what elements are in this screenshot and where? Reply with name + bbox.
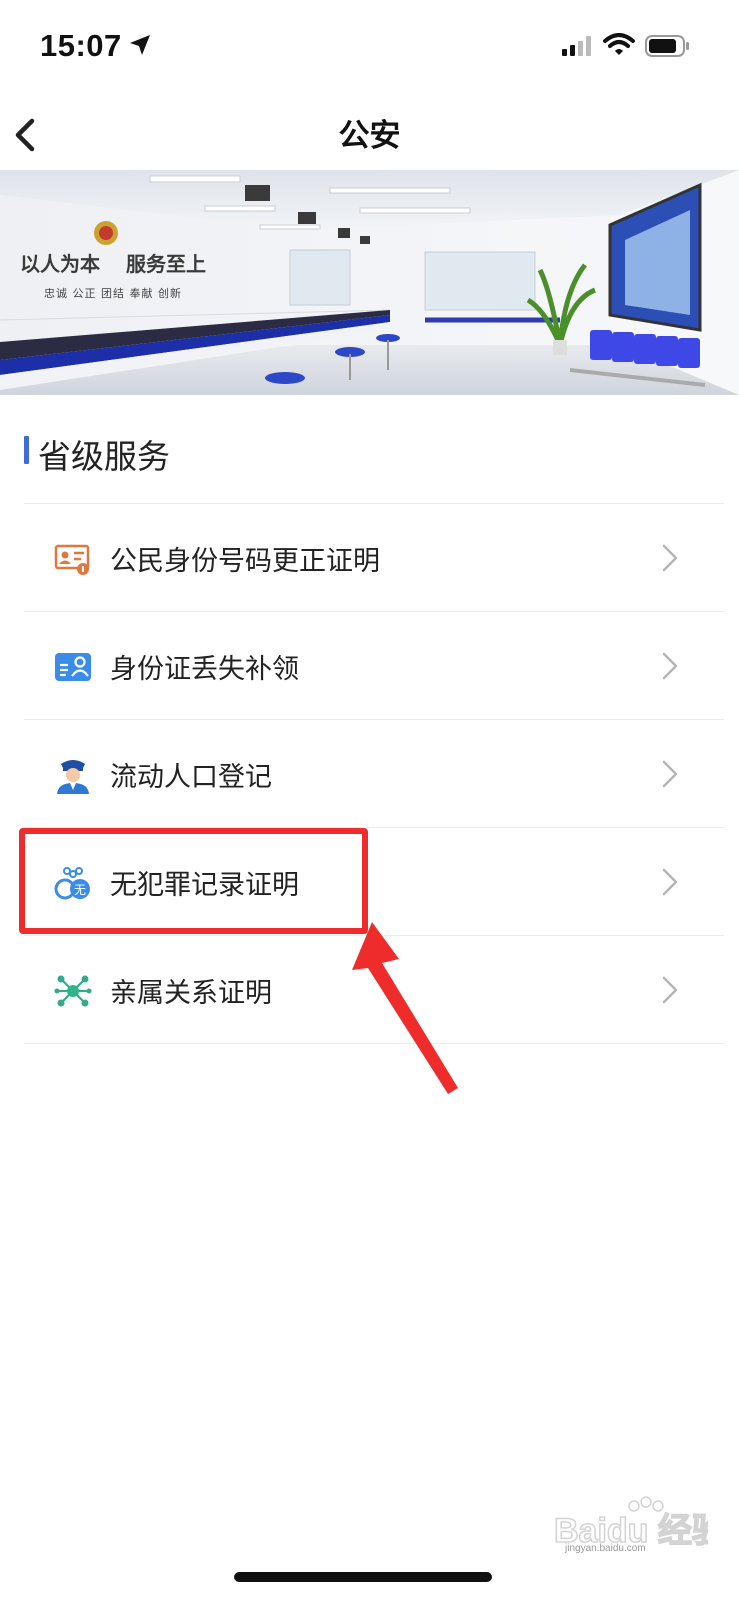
chevron-right-icon [662, 976, 678, 1004]
status-bar: 15:07 [0, 0, 739, 95]
chevron-right-icon [662, 760, 678, 788]
annotation-highlight-box [19, 828, 368, 934]
banner-hall-illustration [0, 170, 739, 395]
location-arrow-icon [130, 35, 150, 55]
page-title: 公安 [338, 118, 401, 153]
service-label: 亲属关系证明 [110, 978, 272, 1008]
chevron-right-icon [662, 868, 678, 896]
banner-slogan-left: 以人为本 [20, 252, 100, 276]
banner-image: 以人为本 服务至上 忠诚 公正 团结 奉献 创新 [0, 170, 739, 395]
section-accent-bar [24, 436, 29, 464]
battery-icon [645, 35, 689, 57]
police-officer-icon [57, 760, 89, 794]
service-label: 身份证丢失补领 [110, 654, 299, 684]
service-item-id-number-correction[interactable]: 公民身份号码更正证明 [24, 504, 724, 612]
home-indicator[interactable] [234, 1572, 492, 1582]
id-card-correction-icon [54, 544, 90, 575]
service-item-kinship-certificate[interactable]: 亲属关系证明 [24, 936, 724, 1044]
banner-motto: 忠诚 公正 团结 奉献 创新 [44, 287, 182, 300]
service-label: 流动人口登记 [110, 762, 272, 792]
service-item-id-card-replacement[interactable]: 身份证丢失补领 [24, 612, 724, 720]
service-label: 公民身份号码更正证明 [110, 546, 380, 576]
service-item-floating-population[interactable]: 流动人口登记 [24, 720, 724, 828]
chevron-right-icon [662, 652, 678, 680]
service-list: 公民身份号码更正证明 身份证丢失补领 流动人口登记 无 无犯罪记录证明 亲属关系… [24, 503, 724, 1044]
watermark-url: jingyan.baidu.com [565, 1543, 646, 1554]
status-time: 15:07 [40, 28, 122, 63]
id-card-icon [55, 653, 91, 681]
wifi-icon [603, 33, 635, 55]
relationship-network-icon [54, 975, 92, 1007]
nav-bar: 公安 [0, 95, 739, 170]
section-title: 省级服务 [38, 438, 170, 475]
cellular-signal-icon [562, 36, 591, 56]
banner-slogan-right: 服务至上 [126, 252, 206, 276]
chevron-right-icon [662, 544, 678, 572]
